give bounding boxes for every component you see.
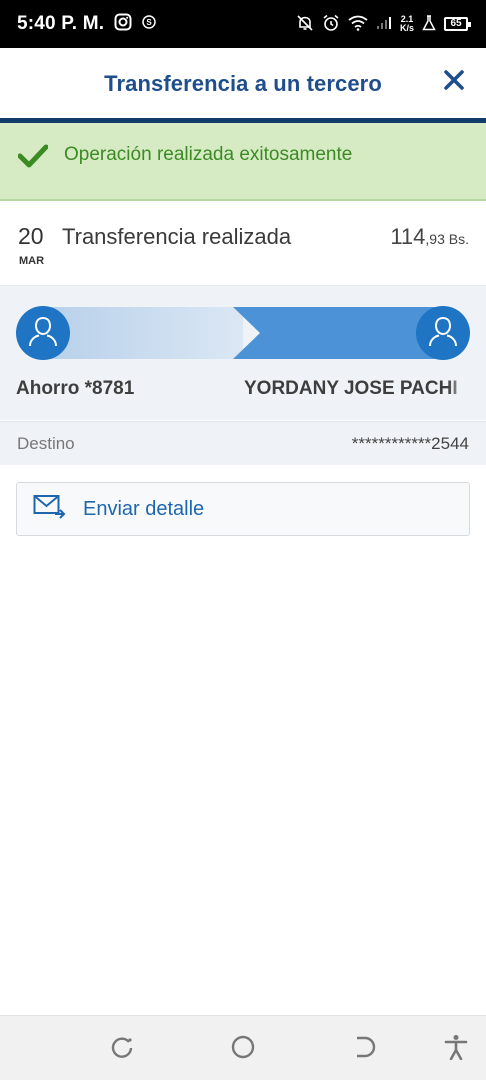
alarm-icon: [322, 14, 340, 35]
transfer-panel: Ahorro *8781 YORDANY JOSE PACHI: [0, 286, 486, 420]
close-icon: [444, 69, 464, 95]
status-bar-left: 5:40 P. M. S: [17, 13, 156, 36]
app-notification-icon: S: [142, 14, 156, 34]
mail-send-icon: [33, 494, 67, 525]
amount-decimal: ,93 Bs.: [425, 231, 469, 247]
transaction-amount: 114,93 Bs.: [390, 224, 469, 250]
notifications-off-icon: [296, 14, 314, 35]
home-icon: [230, 1034, 256, 1065]
transfer-arrow-graphic: [43, 307, 436, 359]
svg-text:S: S: [147, 18, 153, 27]
origin-account: Ahorro *8781: [16, 378, 135, 399]
home-button[interactable]: [228, 1034, 258, 1064]
signal-icon: [376, 16, 392, 33]
recents-button[interactable]: [107, 1034, 137, 1064]
status-bar-right: 2.1 K/s 65: [296, 14, 471, 35]
wifi-icon: [348, 15, 368, 34]
status-time: 5:40 P. M.: [17, 13, 105, 34]
origin-avatar: [16, 306, 70, 360]
destination-row: Destino ************2544: [0, 421, 486, 465]
network-speed: 2.1 K/s: [400, 15, 414, 33]
transaction-month: MAR: [19, 255, 45, 267]
battery-indicator: 65: [444, 17, 471, 31]
destination-name: YORDANY JOSE PACHI: [244, 378, 458, 399]
transaction-description: Transferencia realizada: [62, 224, 292, 249]
success-message: Operación realizada exitosamente: [64, 144, 353, 165]
network-speed-unit: K/s: [399, 23, 414, 33]
app-header: Transferencia a un tercero: [0, 48, 486, 120]
close-button[interactable]: [440, 68, 468, 96]
status-bar: 5:40 P. M. S 2.1 K/s 65: [0, 0, 486, 48]
page-title: Transferencia a un tercero: [104, 71, 382, 96]
transfer-flow: [16, 306, 470, 360]
user-icon: [428, 315, 458, 352]
checkmark-icon: [17, 143, 49, 174]
back-icon: [351, 1034, 377, 1065]
back-button[interactable]: [349, 1034, 379, 1064]
destination-label: Destino: [17, 434, 75, 453]
user-icon: [28, 315, 58, 352]
send-detail-button[interactable]: Enviar detalle: [16, 482, 470, 536]
destination-avatar: [416, 306, 470, 360]
recents-icon: [109, 1034, 135, 1065]
destination-account-number: ************2544: [351, 434, 469, 453]
accessibility-icon: [444, 1034, 468, 1065]
transaction-row: 20 MAR Transferencia realizada 114,93 Bs…: [0, 203, 486, 286]
instagram-icon: [114, 13, 132, 36]
text-fade: [448, 376, 470, 402]
accessibility-button[interactable]: [441, 1034, 471, 1064]
flask-icon: [422, 14, 436, 34]
system-navigation-bar: [0, 1015, 486, 1080]
success-banner: Operación realizada exitosamente: [0, 123, 486, 201]
send-detail-label: Enviar detalle: [83, 497, 205, 520]
amount-integer: 114: [390, 224, 426, 249]
transaction-day: 20: [18, 223, 44, 249]
